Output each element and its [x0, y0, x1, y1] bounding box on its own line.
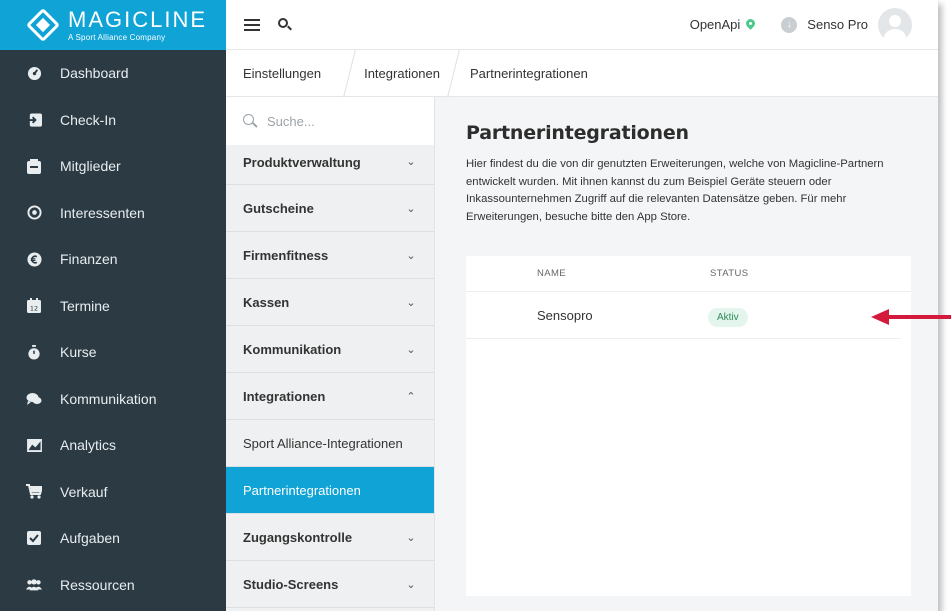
sidebar-item-sales[interactable]: Verkauf — [0, 469, 226, 516]
settings-section-corporate-fitness[interactable]: Firmenfitness ⌄ — [226, 232, 434, 279]
dashboard-icon — [26, 65, 42, 81]
table-row[interactable]: Sensopro Aktiv — [466, 292, 901, 339]
chevron-down-icon: ⌄ — [406, 343, 416, 356]
hamburger-menu-icon[interactable] — [244, 18, 260, 31]
sidebar-item-finances[interactable]: Finanzen — [0, 236, 226, 283]
sidebar-item-label: Kurse — [60, 344, 97, 361]
user-name[interactable]: Senso Pro — [807, 17, 868, 32]
sidebar-item-label: Aufgaben — [60, 530, 120, 547]
sidebar-item-label: Mitglieder — [60, 158, 121, 175]
main-sidebar: MAGICLINE A Sport Alliance Company Dashb… — [0, 0, 226, 611]
search-icon — [243, 114, 258, 128]
sidebar-item-courses[interactable]: Kurse — [0, 329, 226, 376]
calendar-icon: 12 — [26, 298, 42, 314]
chevron-down-icon: ⌄ — [406, 202, 416, 215]
cart-icon — [26, 484, 42, 500]
sidebar-nav: Dashboard Check-In Mitglieder Interessen… — [0, 50, 226, 608]
sidebar-item-label: Finanzen — [60, 251, 118, 268]
euro-icon — [26, 251, 42, 267]
settings-search-input[interactable]: Suche... — [226, 97, 434, 145]
sidebar-item-dashboard[interactable]: Dashboard — [0, 50, 226, 97]
chevron-up-icon: ⌃ — [406, 390, 416, 403]
openapi-label: OpenApi — [689, 17, 741, 32]
avatar[interactable] — [878, 7, 912, 42]
settings-section-studio-screens[interactable]: Studio-Screens ⌄ — [226, 561, 434, 608]
brand-name: MAGICLINE — [68, 6, 208, 32]
checkbox-icon — [26, 530, 42, 546]
main-content: Partnerintegrationen Hier findest du die… — [436, 97, 938, 611]
chevron-down-icon: ⌄ — [406, 296, 416, 309]
app-window: MAGICLINE A Sport Alliance Company Dashb… — [0, 0, 938, 611]
download-icon[interactable]: ↓ — [781, 16, 798, 33]
search-icon[interactable] — [278, 17, 292, 32]
breadcrumb-item-integrations[interactable]: Integrationen — [344, 50, 448, 96]
svg-text:12: 12 — [30, 305, 38, 313]
target-icon — [26, 205, 42, 221]
checkin-icon — [26, 112, 42, 128]
location-pin-icon — [746, 19, 755, 31]
breadcrumb-item-settings[interactable]: Einstellungen — [226, 50, 344, 96]
breadcrumb: Einstellungen Integrationen Partnerinteg… — [226, 50, 938, 97]
sidebar-item-resources[interactable]: Ressourcen — [0, 562, 226, 609]
table-header: NAME STATUS — [466, 256, 911, 292]
page-description: Hier findest du die von dir genutzten Er… — [466, 158, 884, 223]
chat-icon — [26, 391, 42, 407]
top-bar: OpenApi ↓ Senso Pro — [226, 0, 938, 50]
openapi-status[interactable]: OpenApi — [690, 17, 756, 32]
settings-sidebar: Suche... Produktverwaltung ⌄ Gutscheine ⌄ … — [226, 97, 435, 611]
sidebar-item-label: Ressourcen — [60, 576, 135, 593]
column-header-name[interactable]: NAME — [466, 268, 710, 279]
stopwatch-icon — [26, 344, 42, 360]
sidebar-item-tasks[interactable]: Aufgaben — [0, 515, 226, 562]
sidebar-item-appointments[interactable]: 12 Termine — [0, 283, 226, 330]
sidebar-item-label: Check-In — [60, 111, 117, 128]
sidebar-item-label: Termine — [60, 297, 110, 314]
sidebar-item-checkin[interactable]: Check-In — [0, 97, 226, 144]
sidebar-item-members[interactable]: Mitglieder — [0, 143, 226, 190]
brand-tagline: A Sport Alliance Company — [68, 32, 166, 42]
chevron-down-icon: ⌄ — [406, 249, 416, 262]
settings-section-communication[interactable]: Kommunikation ⌄ — [226, 326, 434, 373]
members-icon — [26, 158, 42, 174]
settings-item-sport-alliance-integrations[interactable]: Sport Alliance-Integrationen — [226, 420, 434, 467]
column-header-status[interactable]: STATUS — [710, 268, 748, 279]
settings-section-vouchers[interactable]: Gutscheine ⌄ — [226, 185, 434, 232]
page-title: Partnerintegrationen — [466, 122, 689, 144]
annotation-arrow-icon — [871, 309, 951, 325]
sidebar-item-label: Dashboard — [60, 65, 129, 82]
sidebar-item-prospects[interactable]: Interessenten — [0, 190, 226, 237]
sidebar-item-label: Analytics — [60, 437, 117, 454]
chevron-down-icon: ⌄ — [406, 531, 416, 544]
settings-section-product-management[interactable]: Produktverwaltung ⌄ — [226, 145, 434, 185]
integration-name[interactable]: Sensopro — [466, 308, 710, 323]
settings-section-cash-registers[interactable]: Kassen ⌄ — [226, 279, 434, 326]
sidebar-item-analytics[interactable]: Analytics — [0, 422, 226, 469]
magicline-logo-icon — [26, 8, 60, 42]
breadcrumb-item-partner-integrations: Partnerintegrationen — [470, 65, 588, 81]
search-placeholder: Suche... — [267, 113, 315, 129]
settings-section-integrations[interactable]: Integrationen ⌃ — [226, 373, 434, 420]
sidebar-item-label: Interessenten — [60, 204, 145, 221]
integrations-table: NAME STATUS Sensopro Aktiv — [466, 256, 911, 596]
sidebar-item-label: Verkauf — [60, 483, 108, 500]
people-icon — [26, 577, 42, 593]
sidebar-item-label: Kommunikation — [60, 390, 157, 407]
settings-section-access-control[interactable]: Zugangskontrolle ⌄ — [226, 514, 434, 561]
chart-icon — [26, 437, 42, 453]
settings-item-partner-integrations[interactable]: Partnerintegrationen — [226, 467, 434, 514]
brand-logo[interactable]: MAGICLINE A Sport Alliance Company — [0, 0, 226, 50]
status-badge: Aktiv — [708, 307, 748, 327]
chevron-down-icon: ⌄ — [406, 578, 416, 591]
chevron-down-icon: ⌄ — [406, 156, 416, 168]
sidebar-item-communication[interactable]: Kommunikation — [0, 376, 226, 423]
